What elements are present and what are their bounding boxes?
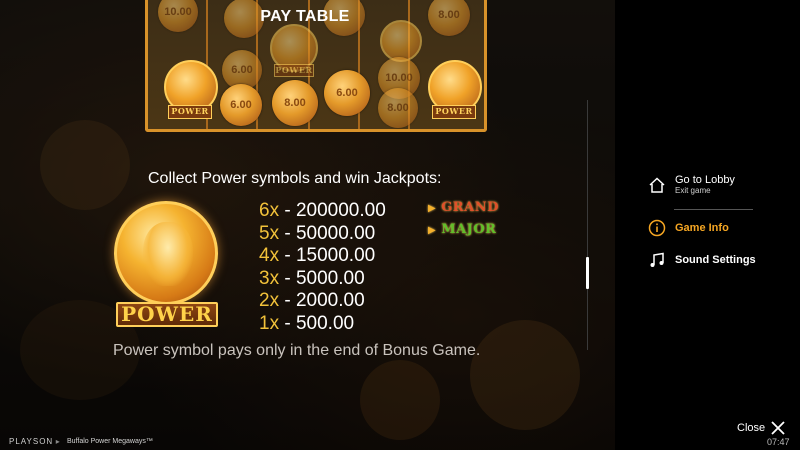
payout-value: 2000.00 xyxy=(295,290,365,312)
payout-value: 500.00 xyxy=(295,312,355,334)
coin-symbol: 8.00 xyxy=(272,80,318,126)
menu-divider xyxy=(674,209,753,210)
close-label: Close xyxy=(737,422,766,434)
arrow-right-icon: ▶ xyxy=(428,203,437,214)
coin-value: 6.00 xyxy=(230,99,252,111)
payout-multiplier: 4x xyxy=(259,245,280,267)
side-menu: Go to Lobby Exit game Game Info Sound Se… xyxy=(615,0,800,450)
payout-multiplier: 3x xyxy=(259,267,280,289)
sound-settings-button[interactable]: Sound Settings xyxy=(647,250,756,270)
close-icon xyxy=(771,421,785,435)
jackpot-heading: Collect Power symbols and win Jackpots: xyxy=(148,170,442,187)
coin-value: 8.00 xyxy=(284,97,306,109)
jackpot-grand-label: GRAND xyxy=(441,200,499,215)
payout-row: 1x - 500.00 xyxy=(259,312,355,334)
payout-row: 3x - 5000.00 xyxy=(259,267,365,289)
coin-symbol: 6.00 xyxy=(324,70,370,116)
coin-value: 6.00 xyxy=(231,64,253,76)
coin-value: 10.00 xyxy=(164,6,192,18)
power-symbol-label: POWER xyxy=(116,302,218,327)
payout-row: 5x - 50000.00 xyxy=(259,222,376,244)
buffalo-icon xyxy=(143,222,193,286)
payout-multiplier: 5x xyxy=(259,222,280,244)
game-name: Buffalo Power Megaways™ xyxy=(67,438,153,445)
coin-value: 10.00 xyxy=(385,72,413,84)
power-symbol-note: Power symbol pays only in the end of Bon… xyxy=(113,342,481,359)
game-info-button[interactable]: Game Info xyxy=(647,218,729,238)
payout-multiplier: 1x xyxy=(259,312,280,334)
jackpot-grand: ▶ GRAND xyxy=(428,200,499,215)
scrollbar-track[interactable] xyxy=(587,100,588,350)
power-label: POWER xyxy=(274,64,314,77)
jackpot-major: ▶ MAJOR xyxy=(428,222,496,237)
power-coin xyxy=(380,20,422,62)
payout-row: 4x - 15000.00 xyxy=(259,245,376,267)
go-to-lobby-button[interactable]: Go to Lobby Exit game xyxy=(647,174,735,195)
coin-symbol: 6.00 xyxy=(220,84,262,126)
power-label: POWER xyxy=(432,105,476,119)
brand-logo: PLAYSON ▸ xyxy=(9,437,61,446)
payout-row: 6x - 200000.00 xyxy=(259,200,386,221)
power-label: POWER xyxy=(168,105,212,119)
coin-value: 6.00 xyxy=(336,87,358,99)
lobby-label: Go to Lobby xyxy=(675,174,735,186)
coin-value: 8.00 xyxy=(438,9,460,21)
clock: 07:47 xyxy=(767,437,790,447)
coin-symbol: 8.00 xyxy=(378,88,418,128)
arrow-right-icon: ▶ xyxy=(428,225,437,236)
lobby-sublabel: Exit game xyxy=(675,186,711,195)
power-symbol-image: POWER xyxy=(107,198,225,330)
payout-multiplier: 2x xyxy=(259,290,280,312)
scrollbar-thumb[interactable] xyxy=(586,257,589,289)
music-note-icon xyxy=(647,250,667,270)
payout-multiplier: 6x xyxy=(259,200,280,221)
payout-row: 2x - 2000.00 xyxy=(259,290,365,312)
home-icon xyxy=(647,175,667,195)
game-info-label: Game Info xyxy=(675,222,729,234)
sound-settings-label: Sound Settings xyxy=(675,254,756,266)
payout-value: 50000.00 xyxy=(295,222,376,244)
jackpot-major-label: MAJOR xyxy=(441,222,497,237)
coin-value: 8.00 xyxy=(387,102,409,114)
payout-value: 200000.00 xyxy=(295,200,386,221)
info-icon xyxy=(647,218,667,238)
payout-value: 15000.00 xyxy=(295,245,376,267)
close-button[interactable]: Close xyxy=(737,421,785,435)
pay-table-title: PAY TABLE xyxy=(260,8,350,25)
payout-value: 5000.00 xyxy=(295,267,365,289)
payout-list: 6x - 200000.00 5x - 50000.00 4x - 15000.… xyxy=(259,200,386,336)
